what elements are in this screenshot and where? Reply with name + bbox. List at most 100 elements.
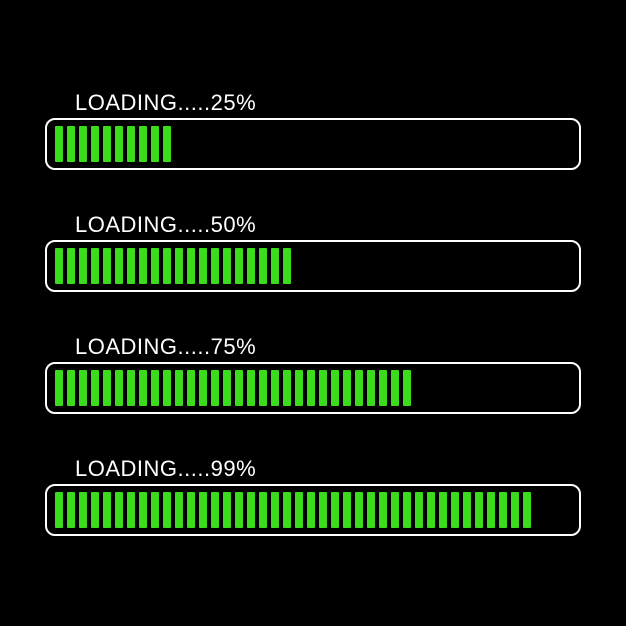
progress-segment <box>439 492 447 528</box>
progress-segment <box>235 492 243 528</box>
progress-segment <box>175 370 183 406</box>
loading-text: LOADING..... <box>75 90 211 116</box>
percent-text: 99% <box>211 456 257 482</box>
progress-bar-99: LOADING..... 99% <box>45 456 581 536</box>
progress-segment <box>199 248 207 284</box>
progress-segment <box>115 492 123 528</box>
progress-segment <box>235 370 243 406</box>
progress-segment <box>307 370 315 406</box>
progress-segment <box>391 370 399 406</box>
progress-segment <box>427 492 435 528</box>
progress-segment <box>199 370 207 406</box>
progress-segment <box>79 248 87 284</box>
progress-segment <box>91 126 99 162</box>
progress-segment <box>163 126 171 162</box>
progress-segment <box>175 492 183 528</box>
progress-segment <box>271 492 279 528</box>
progress-segment <box>139 126 147 162</box>
progress-segment <box>367 370 375 406</box>
progress-segment <box>55 492 63 528</box>
progress-segment <box>163 370 171 406</box>
progress-segment <box>139 370 147 406</box>
progress-segment <box>283 370 291 406</box>
progress-bar-75: LOADING..... 75% <box>45 334 581 414</box>
progress-bar-25: LOADING..... 25% <box>45 90 581 170</box>
progress-segment <box>199 492 207 528</box>
progress-segment <box>283 248 291 284</box>
progress-segment <box>343 492 351 528</box>
progress-segment <box>127 248 135 284</box>
progress-segment <box>163 248 171 284</box>
progress-segment <box>271 370 279 406</box>
progress-segment <box>115 370 123 406</box>
progress-segment <box>103 370 111 406</box>
progress-segment <box>343 370 351 406</box>
progress-segment <box>127 370 135 406</box>
progress-segment <box>55 126 63 162</box>
progress-segment <box>223 248 231 284</box>
progress-track <box>45 118 581 170</box>
percent-text: 75% <box>211 334 257 360</box>
progress-segment <box>379 492 387 528</box>
progress-segment <box>55 370 63 406</box>
progress-segment <box>127 126 135 162</box>
progress-segment <box>511 492 519 528</box>
progress-segment <box>103 492 111 528</box>
progress-segment <box>355 370 363 406</box>
progress-segment <box>151 370 159 406</box>
progress-label: LOADING..... 99% <box>45 456 581 482</box>
progress-segment <box>91 248 99 284</box>
progress-segment <box>499 492 507 528</box>
progress-segment <box>67 126 75 162</box>
progress-segment <box>139 492 147 528</box>
progress-segment <box>379 370 387 406</box>
progress-segment <box>139 248 147 284</box>
loading-text: LOADING..... <box>75 456 211 482</box>
progress-segment <box>247 248 255 284</box>
progress-segment <box>355 492 363 528</box>
progress-segment <box>79 126 87 162</box>
progress-segment <box>103 126 111 162</box>
progress-segment <box>403 370 411 406</box>
progress-segment <box>247 370 255 406</box>
progress-segment <box>79 492 87 528</box>
progress-segment <box>235 248 243 284</box>
progress-label: LOADING..... 50% <box>45 212 581 238</box>
progress-label: LOADING..... 25% <box>45 90 581 116</box>
progress-segment <box>487 492 495 528</box>
progress-segment <box>55 248 63 284</box>
progress-segment <box>79 370 87 406</box>
progress-segment <box>295 370 303 406</box>
progress-segment <box>175 248 183 284</box>
progress-segment <box>103 248 111 284</box>
progress-segment <box>247 492 255 528</box>
progress-segment <box>259 492 267 528</box>
progress-segment <box>211 492 219 528</box>
progress-segment <box>91 492 99 528</box>
progress-segment <box>475 492 483 528</box>
progress-segment <box>211 370 219 406</box>
progress-segment <box>283 492 291 528</box>
progress-segment <box>115 126 123 162</box>
progress-segment <box>67 248 75 284</box>
progress-segment <box>403 492 411 528</box>
progress-segment <box>211 248 219 284</box>
progress-segment <box>187 248 195 284</box>
progress-segment <box>307 492 315 528</box>
progress-segment <box>523 492 531 528</box>
progress-segment <box>223 370 231 406</box>
percent-text: 50% <box>211 212 257 238</box>
progress-segment <box>187 492 195 528</box>
progress-segment <box>223 492 231 528</box>
progress-segment <box>331 492 339 528</box>
progress-segment <box>67 370 75 406</box>
progress-segment <box>451 492 459 528</box>
progress-segment <box>151 492 159 528</box>
progress-segment <box>295 492 303 528</box>
progress-segment <box>463 492 471 528</box>
percent-text: 25% <box>211 90 257 116</box>
progress-segment <box>319 370 327 406</box>
progress-track <box>45 484 581 536</box>
progress-segment <box>331 370 339 406</box>
progress-segment <box>391 492 399 528</box>
